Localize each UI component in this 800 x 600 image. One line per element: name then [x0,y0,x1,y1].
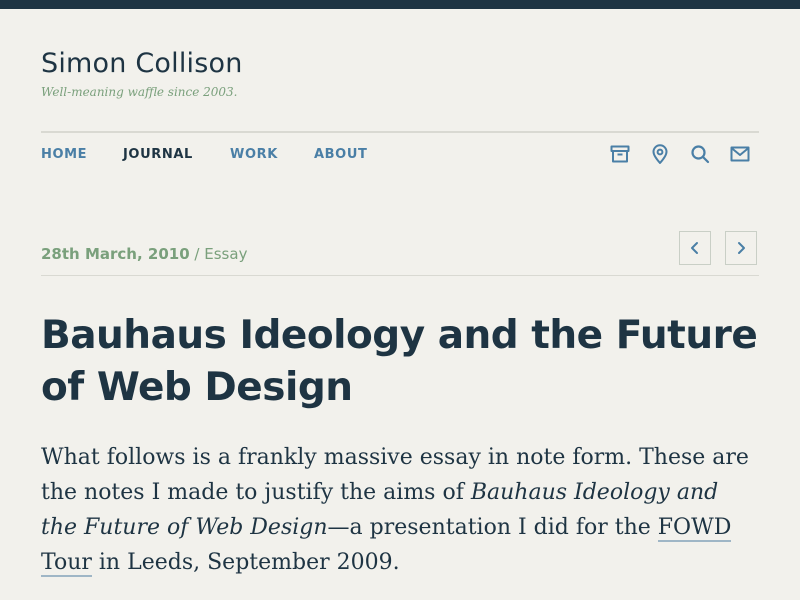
article-date[interactable]: 28th March, 2010 [41,245,190,263]
article-intro: What follows is a frankly massive essay … [41,440,759,580]
site-tagline: Well-meaning waffle since 2003. [41,85,238,99]
nav-item-home[interactable]: HOME [41,147,87,162]
mail-icon[interactable] [729,143,751,165]
article-title: Bauhaus Ideology and the Future of Web D… [41,313,758,410]
previous-article-button[interactable] [679,231,711,265]
location-icon[interactable] [649,143,671,165]
intro-text-3: in Leeds, September 2009. [91,550,400,575]
search-icon[interactable] [689,143,711,165]
top-accent-bar [0,0,800,9]
meta-separator: / [194,245,200,263]
intro-text-2: —a presentation I did for the [327,515,658,540]
archive-icon[interactable] [609,143,631,165]
site-title[interactable]: Simon Collison [41,48,243,79]
chevron-left-icon [691,242,698,254]
meta-divider [41,275,759,276]
nav-item-about[interactable]: ABOUT [314,147,367,162]
header-divider [41,131,759,133]
next-article-button[interactable] [725,231,757,265]
article-category[interactable]: Essay [204,245,247,263]
article-meta: 28th March, 2010 / Essay [41,245,247,263]
chevron-right-icon [738,242,745,254]
nav-item-work[interactable]: WORK [230,147,278,162]
nav-item-journal[interactable]: JOURNAL [123,147,193,162]
